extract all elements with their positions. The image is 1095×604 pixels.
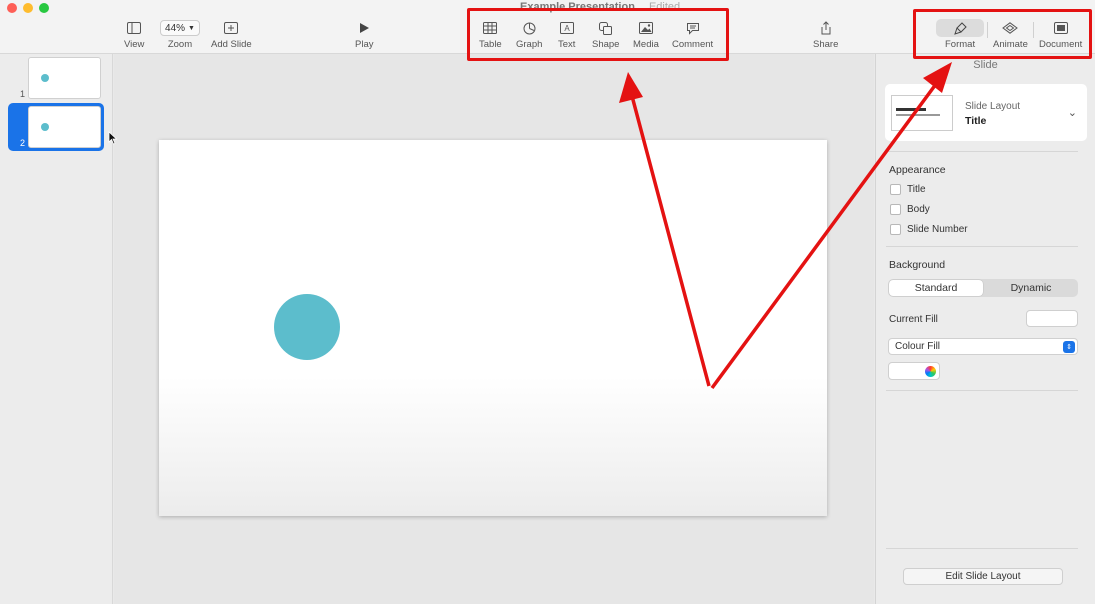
arrowhead: [619, 72, 643, 103]
arrow-to-insert-tools: [630, 95, 711, 387]
annotation-arrows: [619, 62, 952, 390]
arrowhead: [923, 62, 952, 93]
arrow-to-format-tab: [710, 82, 938, 390]
